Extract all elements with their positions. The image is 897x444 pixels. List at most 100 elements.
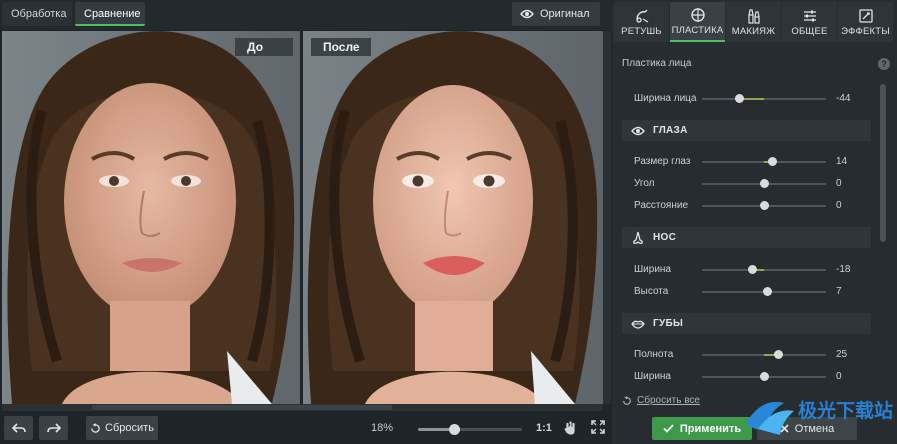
reset-icon [91, 422, 100, 433]
slider-label: Ширина лица [634, 93, 697, 104]
slider-row-lips-fullness: Полнота 25 [612, 347, 882, 363]
slider-label: Ширина [634, 264, 671, 275]
tab-compare[interactable]: Сравнение [75, 2, 145, 26]
top-toolbar: Обработка Сравнение Оригинал [0, 0, 612, 30]
sliders-icon [803, 10, 816, 21]
slider-thumb[interactable] [774, 350, 784, 359]
slider-row-nose-height: Высота 7 [612, 284, 882, 300]
slider-value: 7 [836, 286, 842, 297]
slider-thumb[interactable] [763, 287, 773, 296]
section-title: Пластика лица [622, 58, 692, 69]
tab-general-label: ОБЩЕЕ [791, 25, 828, 37]
tab-retouch[interactable]: РЕТУШЬ [614, 2, 669, 42]
tab-plastic[interactable]: ПЛАСТИКА [670, 2, 725, 42]
slider-row-nose-width: Ширина -18 [612, 262, 882, 278]
preview-vertical-scrollbar[interactable] [603, 31, 611, 404]
reset-all-label: Сбросить все [637, 395, 700, 406]
watermark-text: 极光下载站 [798, 399, 893, 422]
lips-fullness-slider[interactable] [702, 350, 826, 359]
group-lips-title: ГУБЫ [653, 318, 684, 329]
reset-all-link[interactable]: Сбросить все [622, 395, 700, 406]
tab-general[interactable]: ОБЩЕЕ [782, 2, 837, 42]
bottom-toolbar: Сбросить 18% 1:1 [0, 412, 612, 444]
slider-label: Высота [634, 286, 669, 297]
after-photo: После [303, 31, 603, 404]
eye-size-slider[interactable] [702, 157, 826, 166]
original-button[interactable]: Оригинал [512, 2, 600, 26]
slider-thumb[interactable] [759, 201, 769, 210]
fit-screen-icon[interactable] [591, 420, 605, 434]
group-eyes-title: ГЛАЗА [653, 125, 688, 136]
slider-row-lips-width: Ширина 0 [612, 369, 882, 385]
slider-row-face-width: Ширина лица -44 [612, 91, 882, 107]
site-watermark-logo: 极光下载站 [740, 389, 897, 444]
slider-value: 14 [836, 156, 848, 167]
nose-icon [633, 231, 643, 244]
preview-horizontal-scrollbar[interactable] [2, 404, 603, 411]
eye-icon [520, 9, 534, 19]
retouch-brush-icon [635, 9, 648, 23]
actual-size-button[interactable]: 1:1 [536, 422, 552, 434]
original-button-label: Оригинал [540, 8, 590, 20]
before-label: До [235, 38, 293, 56]
slider-row-eye-angle: Угол 0 [612, 176, 882, 192]
after-label: После [311, 38, 371, 56]
lips-width-slider[interactable] [702, 372, 826, 381]
tab-plastic-label: ПЛАСТИКА [671, 24, 724, 36]
panel-scrollbar[interactable] [880, 84, 886, 242]
tab-makeup[interactable]: МАКИЯЖ [726, 2, 781, 42]
effects-icon [858, 8, 873, 23]
settings-panel: РЕТУШЬ ПЛАСТИКА МАКИЯЖ ОБЩЕЕ ЭФФЕКТЫ Пла… [612, 0, 897, 444]
face-width-slider[interactable] [702, 94, 826, 103]
zoom-slider-thumb[interactable] [448, 424, 460, 435]
reset-button-label: Сбросить [105, 422, 154, 434]
panel-tabs: РЕТУШЬ ПЛАСТИКА МАКИЯЖ ОБЩЕЕ ЭФФЕКТЫ [612, 0, 897, 44]
slider-label: Угол [634, 178, 655, 189]
redo-button[interactable] [39, 416, 68, 440]
slider-value: 25 [836, 349, 848, 360]
slider-label: Расстояние [634, 200, 689, 211]
tab-processing[interactable]: Обработка [2, 2, 72, 26]
reset-button[interactable]: Сбросить [86, 416, 158, 440]
undo-icon [11, 423, 26, 433]
group-nose[interactable]: НОС [622, 227, 871, 248]
group-eyes[interactable]: ГЛАЗА [622, 120, 871, 141]
zoom-slider[interactable] [418, 424, 522, 435]
slider-thumb[interactable] [759, 372, 769, 381]
apply-button[interactable]: Применить [652, 417, 752, 440]
nose-height-slider[interactable] [702, 287, 826, 296]
slider-label: Ширина [634, 371, 671, 382]
slider-label: Полнота [634, 349, 674, 360]
scrollbar-thumb[interactable] [92, 405, 392, 410]
redo-icon [46, 423, 61, 433]
reset-icon [623, 395, 631, 405]
slider-row-eye-distance: Расстояние 0 [612, 198, 882, 214]
plastic-crosshair-icon [690, 7, 705, 22]
slider-thumb[interactable] [768, 157, 778, 166]
makeup-icon [747, 8, 760, 24]
slider-thumb[interactable] [759, 179, 769, 188]
help-button[interactable]: ? [878, 58, 890, 70]
apply-button-label: Применить [679, 422, 742, 435]
slider-thumb[interactable] [748, 265, 758, 274]
zoom-percentage: 18% [371, 422, 394, 434]
tab-effects-label: ЭФФЕКТЫ [841, 25, 890, 37]
eye-icon [631, 126, 645, 135]
slider-row-eye-size: Размер глаз 14 [612, 154, 882, 170]
slider-value: -44 [836, 93, 851, 104]
eye-distance-slider[interactable] [702, 201, 826, 210]
slider-thumb[interactable] [734, 94, 744, 103]
undo-button[interactable] [4, 416, 33, 440]
group-lips[interactable]: ГУБЫ [622, 313, 871, 334]
before-photo: До [2, 31, 300, 404]
slider-value: 0 [836, 371, 842, 382]
slider-value: -18 [836, 264, 851, 275]
eye-angle-slider[interactable] [702, 179, 826, 188]
slider-value: 0 [836, 200, 842, 211]
check-icon [663, 424, 674, 433]
tab-retouch-label: РЕТУШЬ [621, 25, 662, 37]
hand-icon[interactable] [563, 420, 577, 436]
tab-effects[interactable]: ЭФФЕКТЫ [838, 2, 893, 42]
slider-label: Размер глаз [634, 156, 691, 167]
nose-width-slider[interactable] [702, 265, 826, 274]
